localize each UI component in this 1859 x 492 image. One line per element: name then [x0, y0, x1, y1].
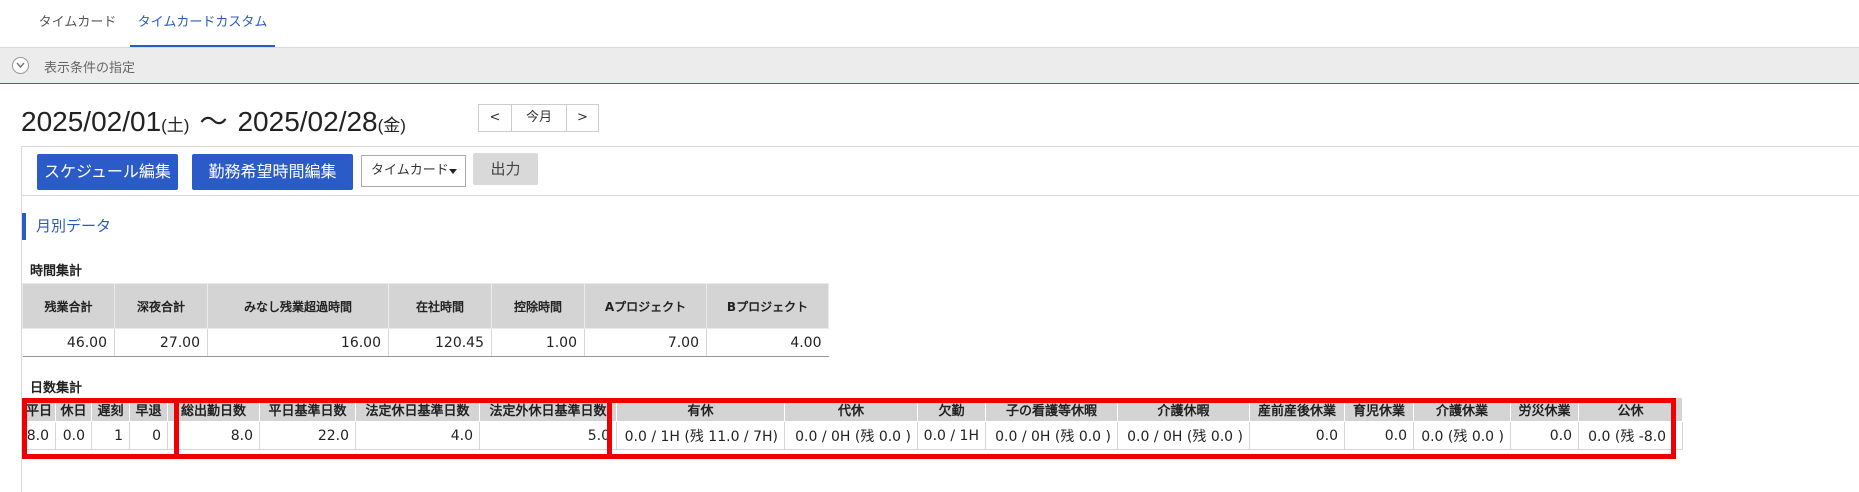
period-start: 2025/02/01 [21, 106, 162, 137]
table-header: 平日基準日数 [259, 397, 356, 422]
main-panel: スケジュール編集 勤務希望時間編集 タイムカード 出力 月別データ 時間集計 残… [21, 146, 1859, 492]
table-header: 労災休業 [1510, 397, 1579, 422]
table-header: 公休 [1578, 397, 1683, 422]
table-cell: 0.0 [55, 421, 92, 450]
table-header: 法定外休日基準日数 [479, 397, 617, 422]
table-cell: 0.0 [1344, 421, 1414, 450]
table-row: 8.0 0.0 1 0 8.0 22.0 4.0 5.0 0.0 / 1H (残… [22, 421, 1683, 450]
time-summary-table: 残業合計 深夜合計 みなし残業超過時間 在社時間 控除時間 Aプロジェクト Bプ… [22, 283, 829, 357]
table-cell: 27.00 [114, 328, 208, 357]
work-hours-edit-button[interactable]: 勤務希望時間編集 [192, 154, 353, 190]
table-cell: 0.0 / 0H (残 0.0 ) [784, 421, 918, 450]
table-row: 46.00 27.00 16.00 120.45 1.00 7.00 4.00 [22, 328, 829, 357]
table-cell: 0.0 / 0H (残 0.0 ) [1117, 421, 1250, 450]
table-cell: 0.0 / 1H [917, 421, 986, 450]
table-header: 平日 [22, 397, 56, 422]
table-header: 育児休業 [1344, 397, 1414, 422]
view-select-value: タイムカード [371, 163, 449, 178]
table-header: 在社時間 [388, 283, 492, 329]
table-header: 法定休日基準日数 [355, 397, 480, 422]
table-cell: 4.00 [706, 328, 829, 357]
tab-timecard-custom[interactable]: タイムカードカスタム [130, 0, 275, 47]
table-cell: 0.0 [1510, 421, 1579, 450]
current-month-button[interactable]: 今月 [511, 104, 567, 132]
table-cell: 4.0 [355, 421, 480, 450]
table-header: みなし残業超過時間 [207, 283, 389, 329]
table-cell: 0 [129, 421, 168, 450]
day-summary-table: 平日 休日 遅刻 早退 総出勤日数 平日基準日数 法定休日基準日数 法定外休日基… [22, 397, 1683, 450]
caret-down-icon [449, 169, 457, 174]
chevron-right-icon: > [577, 110, 588, 125]
period-separator: 〜 [199, 106, 228, 137]
chevron-left-icon: < [489, 110, 501, 125]
table-header: 深夜合計 [114, 283, 208, 329]
table-cell: 5.0 [479, 421, 617, 450]
period-start-dow: (土) [161, 116, 190, 135]
table-header: Bプロジェクト [706, 283, 829, 329]
table-header: 介護休業 [1413, 397, 1511, 422]
day-summary-title: 日数集計 [30, 381, 83, 396]
table-header-row: 残業合計 深夜合計 みなし残業超過時間 在社時間 控除時間 Aプロジェクト Bプ… [22, 283, 829, 329]
tab-bar: タイムカード タイムカードカスタム [0, 0, 1859, 48]
table-cell: 120.45 [388, 328, 492, 357]
table-cell: 8.0 [22, 421, 56, 450]
table-cell: 22.0 [259, 421, 356, 450]
table-header: Aプロジェクト [584, 283, 707, 329]
table-cell: 46.00 [22, 328, 115, 357]
monthly-data-title: 月別データ [22, 213, 111, 240]
output-button[interactable]: 出力 [473, 153, 538, 185]
period-end-dow: (金) [377, 116, 406, 135]
table-header: 控除時間 [491, 283, 585, 329]
table-cell: 0.0 / 1H (残 11.0 / 7H) [616, 421, 785, 450]
period-end: 2025/02/28 [237, 106, 378, 137]
table-header: 介護休暇 [1117, 397, 1250, 422]
table-header: 残業合計 [22, 283, 115, 329]
table-header: 早退 [129, 397, 168, 422]
table-header: 産前産後休業 [1249, 397, 1345, 422]
table-cell: 0.0 (残 -8.0 ) [1578, 421, 1683, 450]
table-header: 遅刻 [91, 397, 130, 422]
table-header: 有休 [616, 397, 785, 422]
conditions-label: 表示条件の指定 [44, 61, 136, 76]
table-header: 代休 [784, 397, 918, 422]
toolbar: スケジュール編集 勤務希望時間編集 タイムカード 出力 [22, 147, 1859, 196]
next-month-button[interactable]: > [566, 104, 599, 132]
table-cell: 0.0 [1249, 421, 1345, 450]
period-title: 2025/02/01(土) 〜 2025/02/28(金) [21, 100, 406, 140]
tab-timecard[interactable]: タイムカード [25, 0, 130, 47]
table-header: 子の看護等休暇 [985, 397, 1118, 422]
table-cell: 0.0 (残 0.0 ) [1413, 421, 1511, 450]
prev-month-button[interactable]: < [478, 104, 512, 132]
time-summary-title: 時間集計 [30, 264, 83, 279]
table-cell: 0.0 / 0H (残 0.0 ) [985, 421, 1118, 450]
table-cell: 16.00 [207, 328, 389, 357]
table-header: 休日 [55, 397, 92, 422]
table-header-row: 平日 休日 遅刻 早退 総出勤日数 平日基準日数 法定休日基準日数 法定外休日基… [22, 397, 1683, 422]
table-cell: 8.0 [167, 421, 260, 450]
table-cell: 7.00 [584, 328, 707, 357]
table-cell: 1.00 [491, 328, 585, 357]
table-header: 欠勤 [917, 397, 986, 422]
conditions-bar[interactable]: 表示条件の指定 [0, 48, 1859, 84]
chevron-down-icon[interactable] [12, 57, 29, 74]
table-header: 総出勤日数 [167, 397, 260, 422]
schedule-edit-button[interactable]: スケジュール編集 [37, 154, 178, 190]
view-select[interactable]: タイムカード [361, 155, 466, 187]
table-cell: 1 [91, 421, 130, 450]
